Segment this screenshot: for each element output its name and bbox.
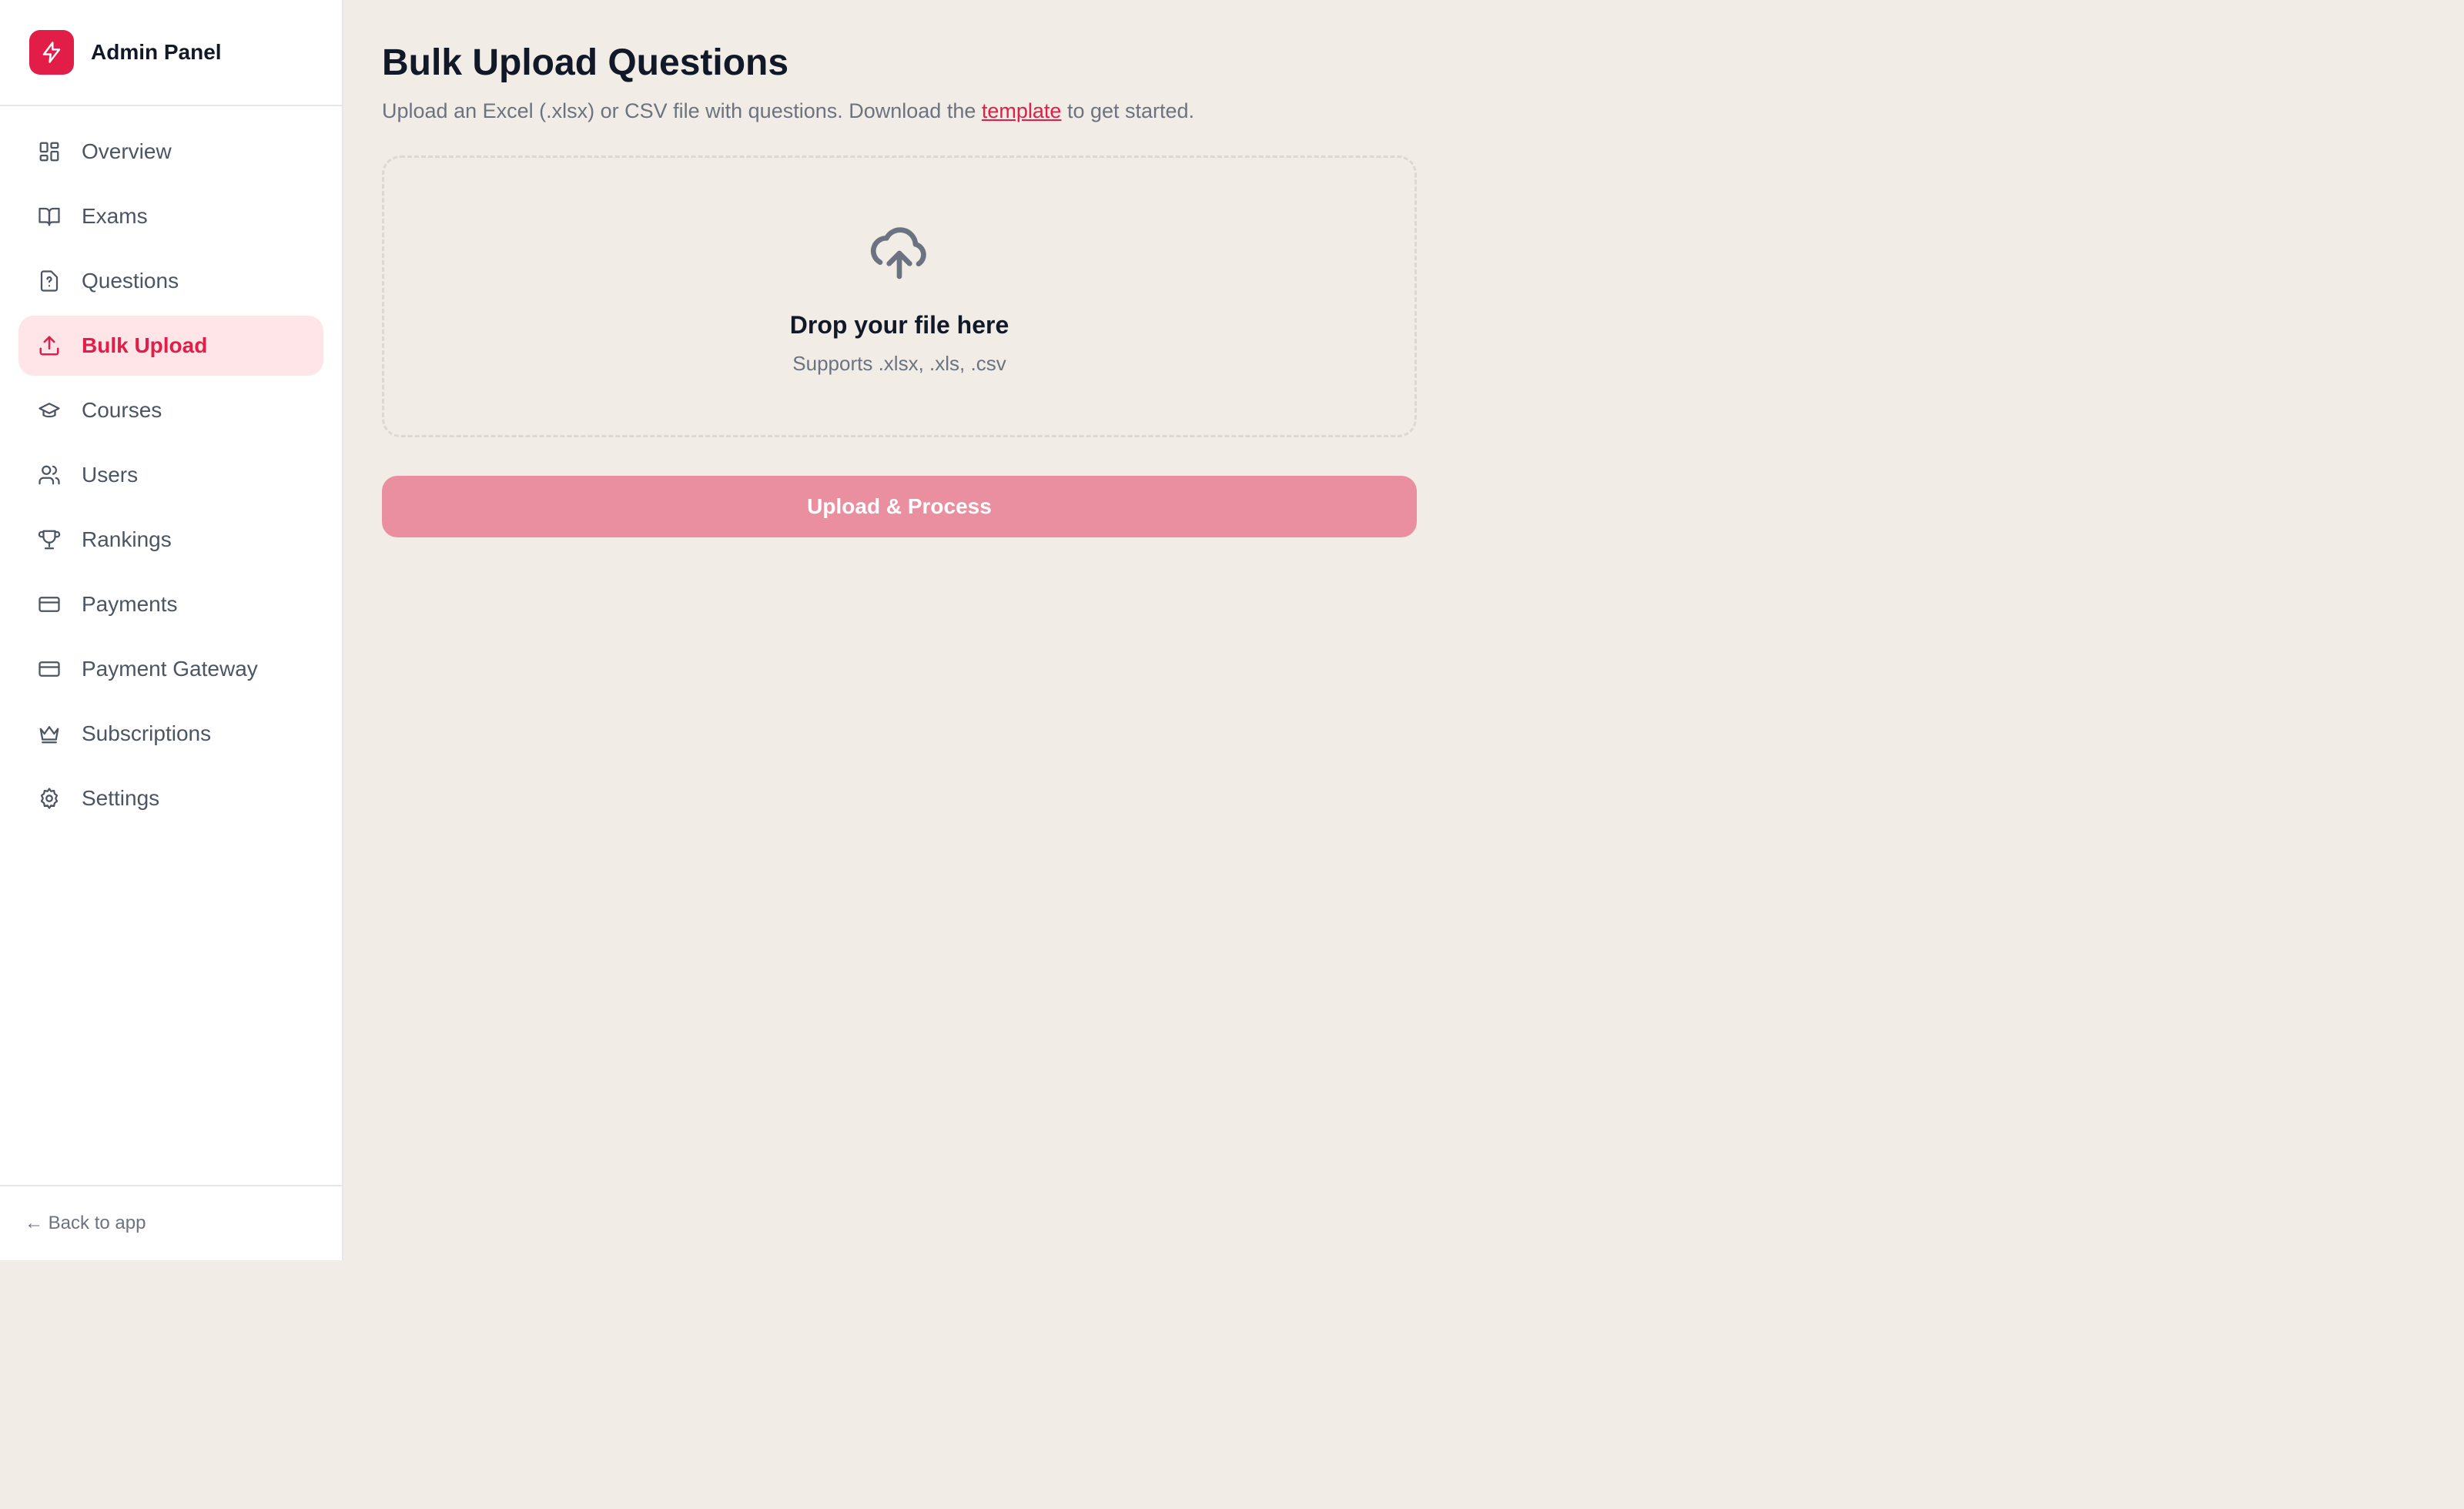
sidebar-item-rankings[interactable]: Rankings [18,510,323,570]
upload-icon [37,333,62,358]
brand-title: Admin Panel [91,40,222,64]
sidebar-item-payments[interactable]: Payments [18,574,323,634]
crown-icon [37,721,62,746]
sidebar-item-label: Questions [82,269,179,293]
dropzone-title: Drop your file here [789,311,1009,339]
gear-icon [37,786,62,811]
page-title: Bulk Upload Questions [382,42,789,83]
credit-card-icon [37,592,62,617]
grid-icon [37,139,62,164]
book-open-icon [37,204,62,229]
sidebar-item-payment-gateway[interactable]: Payment Gateway [18,639,323,699]
lightning-icon [29,30,74,75]
credit-card-icon [37,657,62,681]
subtitle-text: Upload an Excel (.xlsx) or CSV file with… [382,99,982,122]
sidebar-item-label: Users [82,463,139,487]
sidebar-item-subscriptions[interactable]: Subscriptions [18,704,323,764]
sidebar-item-label: Bulk Upload [82,333,208,357]
users-icon [37,463,62,487]
sidebar-nav: Overview Exams Questions Bulk Upload Cou… [0,106,342,828]
sidebar-item-users[interactable]: Users [18,445,323,505]
sidebar-item-label: Subscriptions [82,721,212,745]
sidebar-item-exams[interactable]: Exams [18,186,323,246]
file-question-icon [37,269,62,293]
brand[interactable]: Admin Panel [0,0,342,106]
sidebar-item-settings[interactable]: Settings [18,768,323,828]
trophy-icon [37,527,62,552]
sidebar-item-label: Payment Gateway [82,657,258,681]
sidebar-item-questions[interactable]: Questions [18,251,323,311]
sidebar-item-bulk-upload[interactable]: Bulk Upload [18,316,323,376]
sidebar-item-label: Rankings [82,527,172,551]
file-dropzone[interactable]: Drop your file here Supports .xlsx, .xls… [382,156,1417,437]
sidebar: Admin Panel Overview Exams Questions Bul… [0,0,343,1260]
back-to-app-link[interactable]: ← Back to app [0,1185,342,1260]
sidebar-item-label: Courses [82,398,162,422]
cloud-upload-icon [869,223,930,288]
template-link[interactable]: template [982,99,1062,122]
sidebar-item-label: Settings [82,786,160,810]
upload-process-button[interactable]: Upload & Process [382,476,1417,537]
subtitle-text-end: to get started. [1061,99,1195,122]
dropzone-subtitle: Supports .xlsx, .xls, .csv [792,352,1006,375]
sidebar-item-label: Overview [82,139,172,163]
sidebar-item-courses[interactable]: Courses [18,380,323,440]
main-content: Bulk Upload Questions Upload an Excel (.… [382,40,1418,537]
sidebar-item-label: Exams [82,204,148,228]
page-subtitle: Upload an Excel (.xlsx) or CSV file with… [382,97,1418,125]
sidebar-item-label: Payments [82,592,178,616]
graduation-cap-icon [37,398,62,423]
sidebar-item-overview[interactable]: Overview [18,122,323,182]
